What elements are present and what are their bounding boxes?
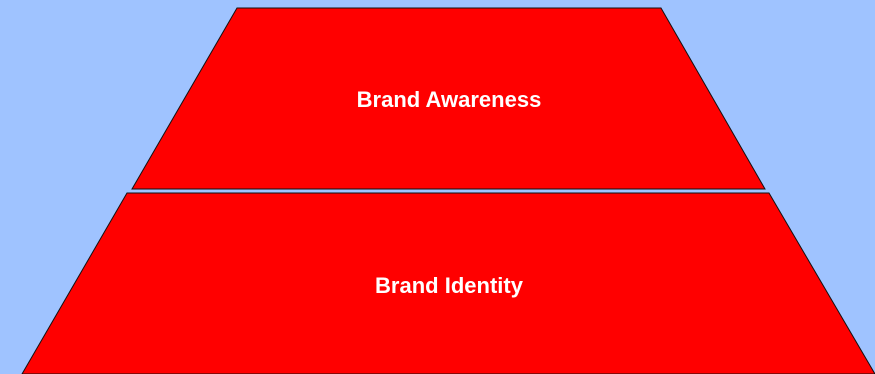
pyramid-diagram: Brand Awareness Brand Identity <box>21 7 875 374</box>
pyramid-level-brand-identity: Brand Identity <box>21 192 875 374</box>
brand-identity-label: Brand Identity <box>375 273 524 298</box>
brand-awareness-label: Brand Awareness <box>357 87 542 112</box>
pyramid-diagram-canvas: Brand Awareness Brand Identity <box>0 0 875 374</box>
pyramid-level-brand-awareness: Brand Awareness <box>131 7 766 190</box>
